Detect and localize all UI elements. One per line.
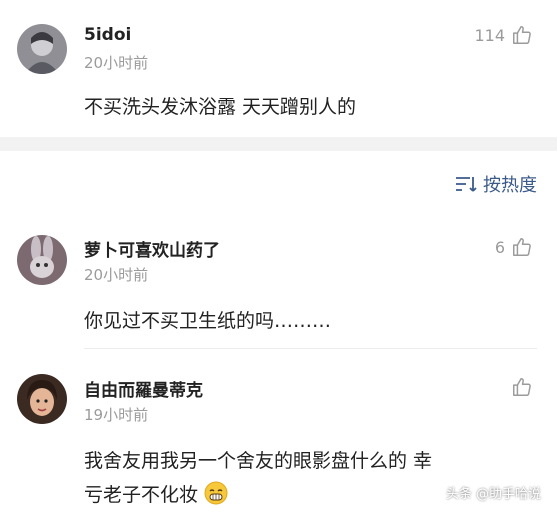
sort-by-hot-button[interactable]: 按热度 (455, 171, 537, 197)
sort-label: 按热度 (483, 175, 537, 196)
like-button[interactable] (505, 376, 533, 398)
comment-divider (84, 348, 537, 349)
comment-text-line-2: 亏老子不化妆 (84, 484, 199, 506)
comment-text-line-2-wrap: 亏老子不化妆 (84, 480, 228, 507)
avatar[interactable] (17, 24, 67, 74)
comment-text: 不买洗头发沐浴露 天天蹭别人的 (84, 96, 357, 118)
section-separator (0, 137, 557, 151)
thumbs-up-icon (513, 378, 531, 396)
like-count: 114 (474, 25, 505, 45)
like-button[interactable]: 6 (495, 236, 533, 258)
like-button[interactable]: 114 (474, 24, 533, 46)
comment-text-line-1: 我舍友用我另一个舍友的眼影盘什么的 幸 (84, 450, 433, 472)
comment-text: 你见过不买卫生纸的吗……… (84, 310, 332, 332)
grinning-emoji-icon (204, 481, 228, 505)
comment-time: 19小时前 (84, 406, 149, 424)
watermark: 头条 @助手哈说 (445, 487, 541, 502)
comment-author[interactable]: 萝卜可喜欢山药了 (84, 236, 220, 261)
thumbs-up-icon (513, 238, 531, 256)
thumbs-up-icon (513, 26, 531, 44)
comment-author[interactable]: 自由而羅曼蒂克 (84, 376, 203, 401)
comment-time: 20小时前 (84, 266, 149, 284)
sort-icon (456, 177, 477, 192)
comment-author[interactable]: 5idoi (84, 25, 131, 45)
comment-time: 20小时前 (84, 54, 149, 72)
avatar[interactable] (17, 235, 67, 285)
like-count: 6 (494, 237, 505, 257)
avatar[interactable] (17, 374, 67, 424)
